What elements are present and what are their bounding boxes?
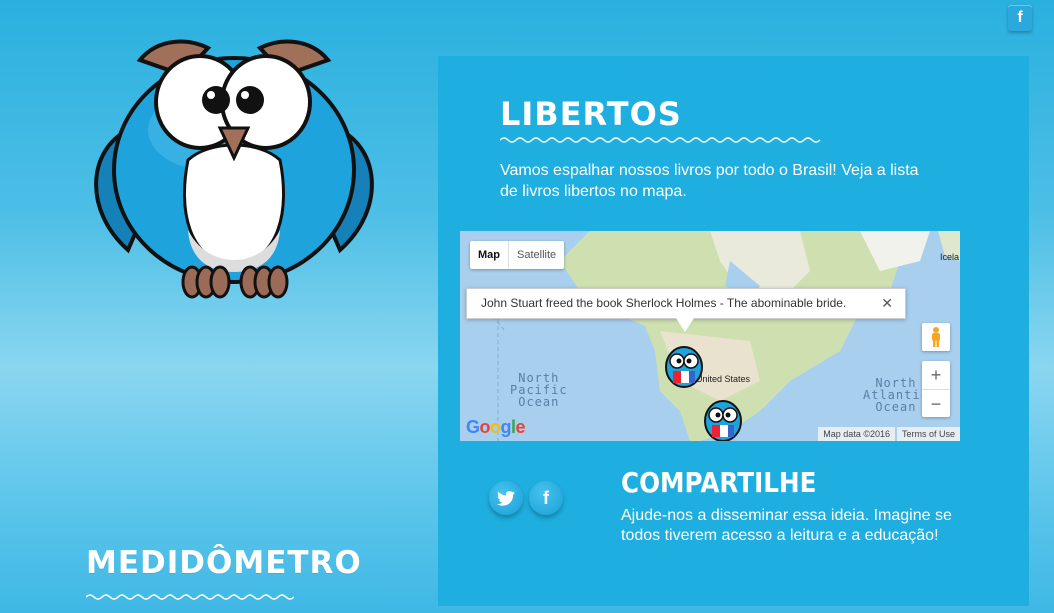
close-icon[interactable]: ✕ [881,289,893,318]
facebook-icon-top[interactable]: f [1008,5,1032,31]
books-map[interactable]: North Pacific Ocean North Atlantic Ocean Uni… [460,231,960,441]
twitter-icon [497,490,515,506]
info-window-text: John Stuart freed the book Sherlock Holm… [481,296,847,310]
section-title: LIBERTOS [500,95,682,133]
map-type-control: Map Satellite [470,241,565,269]
section-intro: Vamos espalhar nossos livros por todo o … [500,162,919,200]
zoom-out-button[interactable]: − [922,390,950,418]
twitter-share-button[interactable] [489,481,523,515]
zoom-in-button[interactable]: + [922,361,950,390]
label-north-atlantic: North Atlantic Ocean [863,376,929,414]
label-iceland: Icela [940,252,960,262]
terms-of-use-link[interactable]: Terms of Use [896,427,960,441]
logo-underline [86,594,294,600]
google-logo[interactable]: Google [466,417,526,438]
map-type-map-button[interactable]: Map [470,241,509,269]
map-attribution: Map data ©2016 Terms of Use [816,427,960,441]
owl-marker-1[interactable] [663,343,705,389]
share-text: Ajude-nos a disseminar essa ideia. Imagi… [621,507,952,544]
facebook-icon: f [543,487,549,508]
map-data-label: Map data ©2016 [818,427,895,441]
map-type-satellite-button[interactable]: Satellite [509,241,564,269]
map-info-window: John Stuart freed the book Sherlock Holm… [466,288,906,319]
owl-marker-2[interactable] [702,397,744,441]
label-north-pacific: North Pacific Ocean [510,371,568,409]
zoom-control: + − [922,361,950,417]
pegman-icon[interactable] [922,323,950,351]
owl-mascot [94,39,374,299]
title-underline [500,137,821,143]
info-window-tail [676,318,694,332]
share-title: COMPARTILHE [621,466,817,499]
facebook-share-button[interactable]: f [529,481,563,515]
site-logo[interactable]: MEDIDÔMETRO [86,545,361,581]
